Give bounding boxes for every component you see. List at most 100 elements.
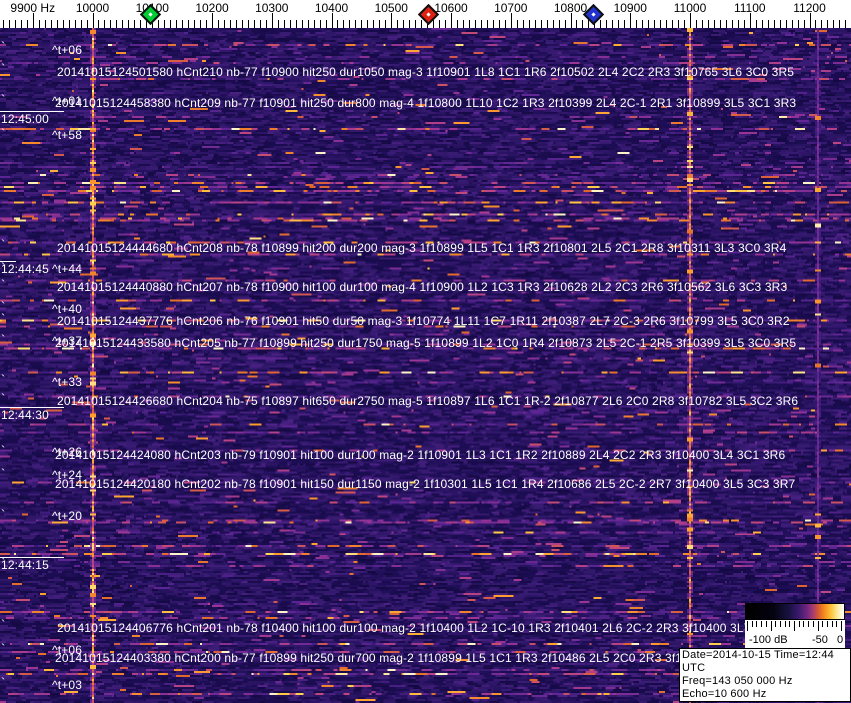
- freq-tick: [343, 20, 345, 28]
- db-color-legend: -100 dB -50 0: [745, 603, 847, 648]
- edge-event-mark: `: [1, 641, 6, 656]
- freq-tick: [319, 20, 321, 28]
- freq-label: 10900: [613, 1, 647, 15]
- event-line: 20141015124433580 hCnt205 nb-77 f10899 h…: [55, 336, 797, 350]
- marker-center-dot: [591, 12, 596, 17]
- freq-label: 10200: [195, 1, 229, 15]
- edge-event-mark: `: [1, 675, 6, 690]
- db-ruler-tick: [770, 621, 772, 631]
- freq-tick: [379, 20, 381, 28]
- freq-tick: [164, 20, 166, 28]
- db-ruler-tick: [803, 621, 805, 627]
- freq-tick: [62, 20, 64, 28]
- freq-tick: [116, 20, 118, 28]
- freq-tick: [707, 20, 709, 28]
- db-gradient-bar: [745, 603, 845, 620]
- freq-tick: [528, 20, 530, 28]
- status-info-box: Date=2014-10-15 Time=12:44 UTC Freq=143 …: [679, 648, 851, 703]
- freq-tick: [576, 20, 578, 28]
- freq-tick: [235, 20, 237, 28]
- freq-label: 10500: [374, 1, 408, 15]
- timestamp-label: 12:44:45: [1, 262, 49, 276]
- freq-tick: [785, 20, 787, 28]
- freq-tick: [492, 20, 494, 28]
- time-offset-marker: ^t+37: [52, 334, 83, 348]
- freq-tick: [212, 13, 213, 28]
- freq-tick: [731, 20, 733, 28]
- freq-tick: [761, 20, 763, 28]
- freq-tick: [474, 20, 476, 28]
- freq-label: 10700: [494, 1, 528, 15]
- info-date-time: Date=2014-10-15 Time=12:44 UTC: [682, 649, 834, 674]
- info-frequency: Freq=143 050 000 Hz: [682, 675, 793, 687]
- freq-tick: [642, 20, 644, 28]
- freq-tick: [325, 20, 327, 28]
- freq-tick: [44, 20, 46, 28]
- edge-event-mark: `: [1, 39, 6, 54]
- db-ruler-tick: [808, 621, 810, 627]
- freq-tick: [367, 20, 369, 28]
- db-ruler-tick: [794, 621, 795, 631]
- frequency-axis: 9900 Hz100001010010200103001040010500106…: [0, 0, 851, 28]
- edge-event-mark: `: [1, 372, 6, 387]
- freq-tick: [241, 20, 243, 28]
- freq-tick: [403, 20, 405, 28]
- freq-tick: [666, 20, 668, 28]
- db-ruler-tick: [798, 621, 800, 627]
- freq-tick: [797, 20, 799, 28]
- time-offset-marker: ^t+44: [52, 262, 83, 276]
- freq-tick: [624, 20, 626, 28]
- freq-tick: [74, 20, 76, 28]
- db-ruler-tick: [756, 621, 758, 627]
- edge-event-mark: `: [1, 311, 6, 326]
- freq-tick: [821, 20, 823, 28]
- freq-tick: [451, 13, 452, 28]
- freq-tick: [134, 20, 136, 28]
- freq-tick: [92, 13, 94, 28]
- freq-tick: [558, 20, 560, 28]
- freq-tick: [14, 20, 16, 28]
- freq-tick: [200, 20, 202, 28]
- edge-event-mark: `: [1, 61, 6, 76]
- freq-tick: [98, 20, 100, 28]
- db-ruler-tick: [841, 621, 842, 631]
- freq-tick: [600, 20, 602, 28]
- freq-tick: [612, 20, 614, 28]
- freq-tick: [301, 20, 303, 28]
- db-ruler-tick: [747, 621, 748, 631]
- freq-tick: [349, 20, 351, 28]
- time-offset-marker: ^t+26: [52, 445, 83, 459]
- event-line: 20141015124406776 hCnt201 nb-78 f10400 h…: [57, 621, 803, 635]
- time-offset-marker: ^t+06: [52, 643, 83, 657]
- freq-tick: [719, 20, 721, 28]
- freq-tick: [2, 20, 4, 28]
- event-line: 20141015124440880 hCnt207 nb-78 f10900 h…: [57, 280, 788, 294]
- freq-tick: [809, 13, 811, 28]
- freq-tick: [737, 20, 739, 28]
- time-offset-marker: ^t+03: [52, 678, 83, 692]
- event-line: 20141015124437776 hCnt206 nb-76 f10901 h…: [57, 314, 790, 328]
- freq-tick: [409, 20, 411, 28]
- freq-tick: [86, 20, 88, 28]
- db-mid-label: -50: [812, 634, 828, 646]
- db-ruler-tick: [831, 621, 833, 627]
- time-offset-marker: ^t+33: [52, 375, 83, 389]
- freq-tick: [618, 20, 620, 28]
- freq-tick: [839, 20, 841, 28]
- freq-tick: [421, 20, 423, 28]
- time-offset-marker: ^t+06: [52, 43, 83, 57]
- time-offset-marker: ^t+40: [52, 302, 83, 316]
- freq-tick: [582, 20, 584, 28]
- freq-label: 11100: [733, 1, 766, 15]
- freq-tick: [170, 20, 172, 28]
- freq-tick: [845, 20, 847, 28]
- freq-tick: [678, 20, 680, 28]
- freq-tick: [439, 20, 441, 28]
- freq-tick: [337, 20, 339, 28]
- timestamp-label: 12:44:30: [1, 408, 49, 422]
- freq-tick: [767, 20, 769, 28]
- freq-tick: [271, 13, 273, 28]
- freq-tick: [307, 20, 309, 28]
- edge-event-mark: `: [1, 391, 6, 406]
- db-ruler-tick: [789, 621, 791, 627]
